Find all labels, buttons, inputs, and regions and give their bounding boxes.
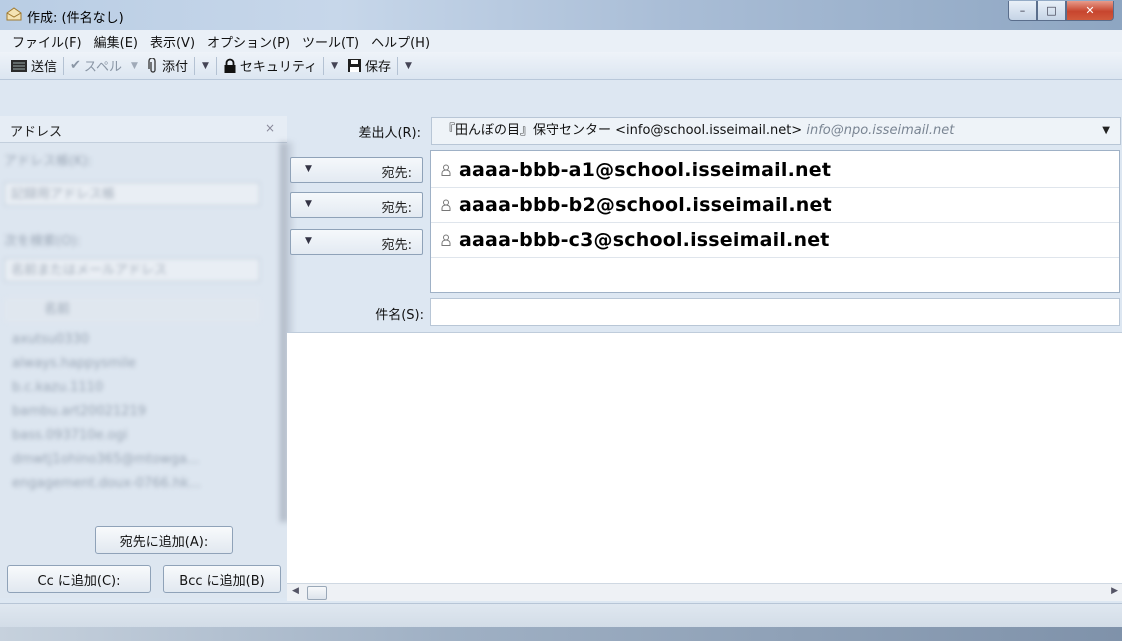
window-title: 作成: (件名なし)	[27, 11, 124, 26]
scroll-left-icon[interactable]: ◀	[292, 586, 299, 596]
recipient-address: aaaa-bbb-b2@school.isseimail.net	[459, 194, 832, 216]
close-button[interactable]: ✕	[1066, 1, 1114, 21]
compose-icon	[6, 7, 22, 21]
lock-icon	[224, 58, 236, 73]
title-bar[interactable]: 作成: (件名なし) – □ ✕	[0, 0, 1122, 30]
contact-item[interactable]: always.happysmile	[12, 356, 136, 371]
status-bar	[0, 603, 1122, 628]
scroll-thumb[interactable]	[307, 586, 327, 600]
send-icon	[11, 59, 27, 72]
toolbar-divider	[323, 56, 325, 75]
contact-item[interactable]: bass.093710e.ogi	[12, 428, 127, 443]
contact-item[interactable]: b.c.kazu.1110	[12, 380, 103, 395]
recipient-row[interactable]: aaaa-bbb-c3@school.isseimail.net	[431, 223, 1119, 258]
from-select[interactable]: 『田んぼの目』保守センター <info@school.isseimail.net…	[431, 117, 1121, 145]
contact-item[interactable]: dmwtj1ohino365@mtowga...	[12, 452, 199, 467]
message-body[interactable]	[287, 332, 1122, 583]
dropdown-arrow-icon: ▼	[1102, 125, 1110, 136]
send-label: 送信	[31, 60, 58, 75]
desktop-background	[0, 627, 1122, 641]
recipient-type-label: 宛先:	[381, 201, 412, 216]
attach-label: 添付	[161, 60, 188, 75]
person-icon	[441, 234, 451, 246]
search-input[interactable]: 名前またはメールアドレス	[4, 258, 260, 282]
horizontal-scrollbar[interactable]: ◀ ▶	[287, 583, 1122, 601]
attach-dropdown[interactable]: ▼	[197, 61, 214, 71]
recipient-row[interactable]: aaaa-bbb-a1@school.isseimail.net	[431, 153, 1119, 188]
spell-button[interactable]: ✔ スペル	[66, 55, 126, 77]
security-label: セキュリティ	[239, 60, 318, 75]
menu-file[interactable]: ファイル(F)	[6, 32, 88, 51]
menu-bar: ファイル(F) 編集(E) 表示(V) オプション(P) ツール(T) ヘルプ(…	[0, 30, 1122, 52]
dropdown-arrow-icon: ▼	[305, 164, 312, 174]
address-sidebar-title: アドレス	[10, 125, 63, 140]
from-label: 差出人(R):	[358, 126, 421, 141]
search-label: 次を検索(O):	[4, 234, 81, 249]
recipient-list[interactable]: aaaa-bbb-a1@school.isseimail.net aaaa-bb…	[430, 150, 1120, 293]
person-icon	[441, 199, 451, 211]
toolbar-divider	[63, 56, 65, 75]
recipient-row-empty[interactable]	[431, 258, 1119, 293]
add-cc-button[interactable]: Cc に追加(C):	[7, 565, 151, 593]
address-book-label: アドレス帳(K):	[4, 154, 93, 169]
toolbar-divider	[193, 56, 195, 75]
recipient-address: aaaa-bbb-a1@school.isseimail.net	[459, 159, 832, 181]
recipient-type-select[interactable]: ▼ 宛先:	[290, 192, 423, 218]
recipient-type-select[interactable]: ▼ 宛先:	[290, 229, 423, 255]
floppy-disk-icon	[348, 59, 362, 72]
security-button[interactable]: セキュリティ	[219, 55, 321, 77]
contact-item[interactable]: axutsu0330	[12, 332, 89, 347]
menu-view[interactable]: 表示(V)	[144, 32, 201, 51]
save-label: 保存	[365, 60, 392, 75]
contact-item[interactable]: bambu.art20021219	[12, 404, 146, 419]
menu-tools[interactable]: ツール(T)	[296, 32, 365, 51]
dropdown-arrow-icon: ▼	[305, 236, 312, 246]
address-sidebar-content: アドレス帳(K): 記録用アドレス帳 次を検索(O): 名前またはメールアドレス…	[0, 142, 287, 516]
security-dropdown[interactable]: ▼	[326, 61, 343, 71]
address-sidebar-header: アドレス ×	[0, 116, 287, 143]
spell-label: スペル	[83, 60, 123, 75]
toolbar-divider	[215, 56, 217, 75]
recipient-type-select[interactable]: ▼ 宛先:	[290, 157, 423, 183]
dropdown-arrow-icon: ▼	[305, 199, 312, 209]
contact-item[interactable]: engagement.doux-0766.hk...	[12, 476, 201, 491]
paperclip-icon	[148, 57, 156, 73]
person-icon	[441, 164, 451, 176]
minimize-button[interactable]: –	[1008, 1, 1037, 21]
recipient-address: aaaa-bbb-c3@school.isseimail.net	[459, 229, 830, 251]
menu-options[interactable]: オプション(P)	[201, 32, 296, 51]
spell-dropdown[interactable]: ▼	[126, 61, 143, 71]
maximize-button[interactable]: □	[1037, 1, 1066, 21]
add-to-button[interactable]: 宛先に追加(A):	[95, 526, 233, 554]
toolbar: 送信 ✔ スペル ▼ 添付 ▼ セキュリティ ▼ 保存 ▼	[0, 52, 1122, 80]
menu-help[interactable]: ヘルプ(H)	[365, 32, 436, 51]
recipient-type-label: 宛先:	[381, 166, 412, 181]
subject-input[interactable]	[430, 298, 1120, 326]
from-value: 『田んぼの目』保守センター <info@school.isseimail.net…	[442, 123, 803, 138]
toolbar-divider	[397, 56, 399, 75]
send-button[interactable]: 送信	[6, 55, 61, 77]
column-header-name[interactable]: 名前	[4, 298, 260, 322]
menu-edit[interactable]: 編集(E)	[88, 32, 144, 51]
attach-button[interactable]: 添付	[143, 55, 192, 77]
compose-window: 作成: (件名なし) – □ ✕ ファイル(F) 編集(E) 表示(V) オプシ…	[0, 0, 1122, 641]
address-book-select[interactable]: 記録用アドレス帳	[4, 182, 260, 206]
scroll-right-icon[interactable]: ▶	[1111, 586, 1118, 596]
save-button[interactable]: 保存	[343, 55, 395, 77]
close-icon[interactable]: ×	[265, 121, 275, 135]
save-dropdown[interactable]: ▼	[400, 61, 417, 71]
check-icon: ✔	[70, 58, 81, 73]
from-alt-address: info@npo.isseimail.net	[806, 123, 955, 138]
subject-label: 件名(S):	[375, 308, 424, 323]
add-bcc-button[interactable]: Bcc に追加(B)	[163, 565, 281, 593]
recipient-type-label: 宛先:	[381, 238, 412, 253]
recipient-row[interactable]: aaaa-bbb-b2@school.isseimail.net	[431, 188, 1119, 223]
